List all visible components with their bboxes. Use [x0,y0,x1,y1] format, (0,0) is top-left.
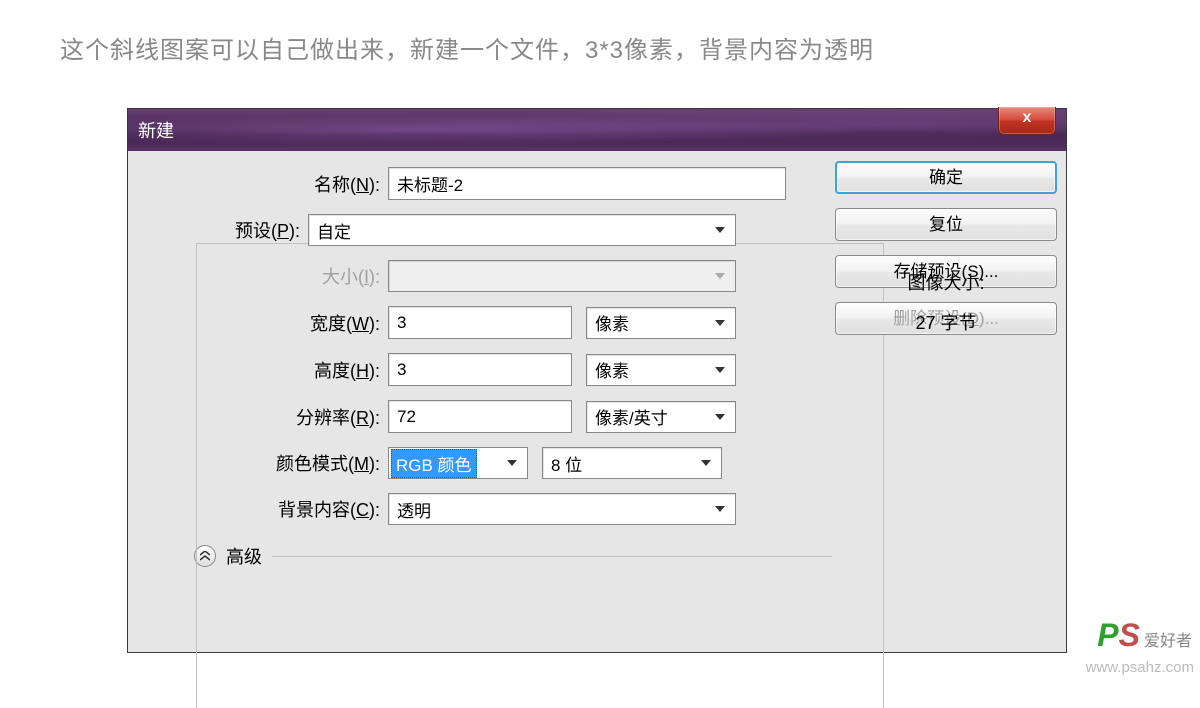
preset-select[interactable]: 自定 [308,214,736,246]
chevron-down-icon [705,355,735,385]
color-mode-select[interactable]: RGB 颜色 [388,447,528,479]
chevron-down-icon [705,308,735,338]
preset-value: 自定 [317,218,351,243]
dialog-titlebar[interactable]: 新建 x [128,109,1066,151]
background-value: 透明 [397,497,431,522]
chevron-down-icon [691,448,721,478]
chevron-down-icon [705,494,735,524]
color-depth-value: 8 位 [551,451,582,476]
width-unit-select[interactable]: 像素 [586,307,736,339]
dialog-title: 新建 [138,117,174,143]
chevron-down-icon [705,215,735,245]
page-caption: 这个斜线图案可以自己做出来，新建一个文件，3*3像素，背景内容为透明 [60,30,874,65]
watermark-url: www.psahz.com [1086,659,1194,676]
name-label: 名称(N): [168,171,388,197]
background-select[interactable]: 透明 [388,493,736,525]
preset-label: 预设(P): [88,217,308,243]
chevron-down-icon [705,402,735,432]
image-size-label: 图像大小: [835,269,1057,295]
reset-button[interactable]: 复位 [835,208,1057,241]
size-select [388,260,736,292]
color-mode-value: RGB 颜色 [391,449,477,478]
width-unit-value: 像素 [595,310,629,335]
height-unit-value: 像素 [595,357,629,382]
image-size-value: 27 字节 [835,309,1057,335]
resolution-unit-value: 像素/英寸 [595,404,668,429]
ok-button[interactable]: 确定 [835,161,1057,194]
chevron-down-icon [705,261,735,291]
chevron-down-icon [497,448,527,478]
resolution-unit-select[interactable]: 像素/英寸 [586,401,736,433]
close-button[interactable]: x [998,107,1056,135]
height-unit-select[interactable]: 像素 [586,354,736,386]
site-logo: PS爱好者 [1097,617,1192,654]
dialog-body: 名称(N): 预设(P): 自定 大小(I): [128,151,1066,652]
color-depth-select[interactable]: 8 位 [542,447,722,479]
name-input[interactable] [388,167,786,200]
new-document-dialog: 新建 x 名称(N): 预设(P): 自定 [127,108,1067,653]
